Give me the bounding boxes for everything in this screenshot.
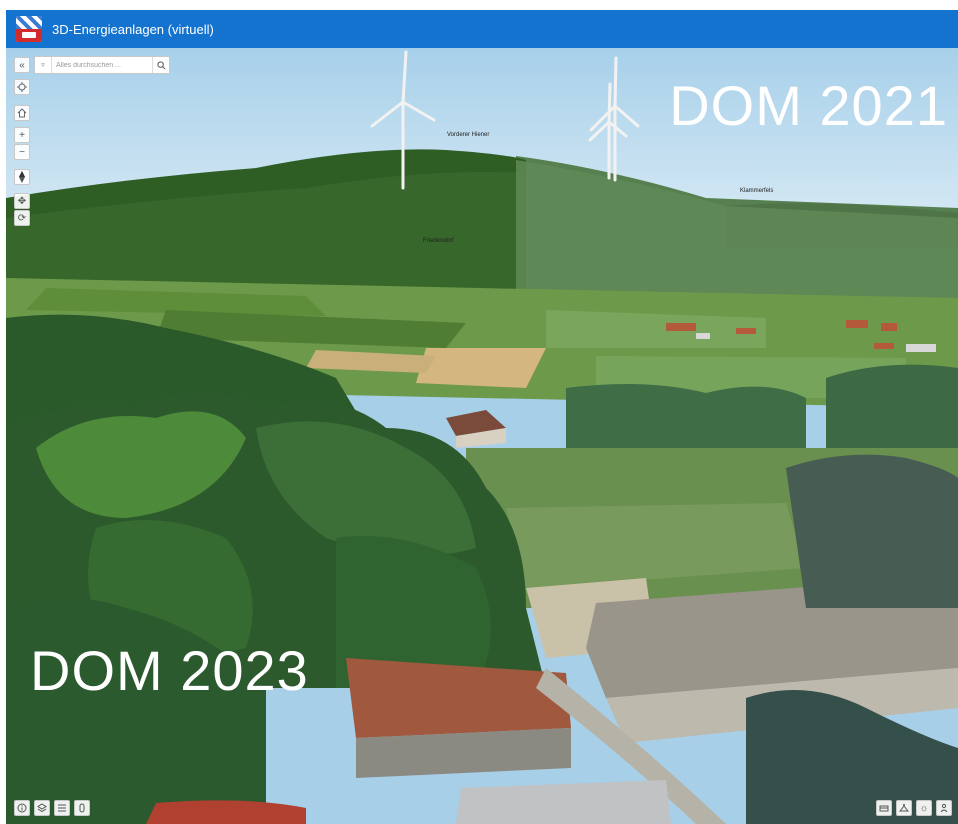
info-icon[interactable] bbox=[14, 800, 30, 816]
map-label-friedendorf: Friedendorf bbox=[423, 238, 454, 244]
pan-icon[interactable]: ✥ bbox=[14, 193, 30, 209]
sun-icon[interactable]: ☼ bbox=[916, 800, 932, 816]
terrain bbox=[6, 50, 958, 824]
zoom-in-icon[interactable]: + bbox=[14, 127, 30, 143]
rotate-icon[interactable]: ⟳ bbox=[14, 210, 30, 226]
3d-scene-view[interactable]: Vorderer Hiener Friedendorf Klammerfels … bbox=[6, 48, 958, 824]
collapse-icon[interactable]: « bbox=[14, 57, 30, 73]
search-input[interactable] bbox=[52, 57, 152, 73]
district-logo bbox=[16, 16, 42, 42]
search-bar: ▿ bbox=[34, 56, 170, 74]
app-window: 3D-Energieanlagen (virtuell) Vorderer Hi… bbox=[6, 10, 958, 824]
map-label-vorderer-hiener: Vorderer Hiener bbox=[447, 132, 490, 138]
share-icon[interactable] bbox=[936, 800, 952, 816]
dom-2021-label: DOM 2021 bbox=[669, 74, 948, 137]
layers-icon[interactable] bbox=[34, 800, 50, 816]
map-label-klammerfels: Klammerfels bbox=[740, 188, 774, 194]
daylight-icon[interactable] bbox=[896, 800, 912, 816]
app-header: 3D-Energieanlagen (virtuell) bbox=[6, 10, 958, 48]
scene-icon[interactable] bbox=[876, 800, 892, 816]
app-title: 3D-Energieanlagen (virtuell) bbox=[52, 21, 214, 37]
home-icon[interactable] bbox=[14, 105, 30, 121]
search-filter-icon[interactable]: ▿ bbox=[35, 57, 52, 73]
compass-icon[interactable] bbox=[14, 169, 30, 185]
legend-icon[interactable] bbox=[54, 800, 70, 816]
touch-icon[interactable] bbox=[74, 800, 90, 816]
dom-2023-label: DOM 2023 bbox=[30, 639, 309, 702]
search-icon[interactable] bbox=[152, 57, 169, 73]
locate-icon[interactable] bbox=[14, 79, 30, 95]
zoom-out-icon[interactable]: − bbox=[14, 144, 30, 160]
